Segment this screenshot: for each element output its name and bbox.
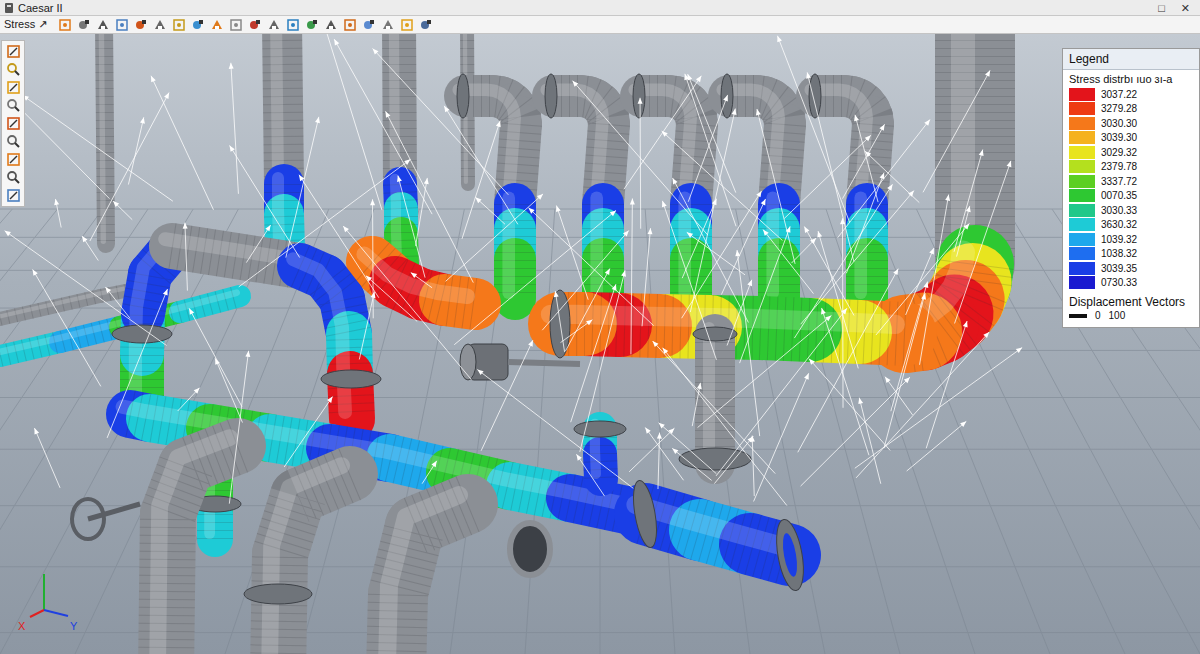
legend-row: 0730.33 xyxy=(1069,276,1193,291)
legend-swatch xyxy=(1069,117,1095,130)
legend-swatch xyxy=(1069,160,1095,173)
toolbar-tool-icon[interactable] xyxy=(248,18,262,32)
legend-swatch xyxy=(1069,233,1095,246)
toolbar-tool-icon[interactable] xyxy=(343,18,357,32)
legend-row: 0070.35 xyxy=(1069,189,1193,204)
legend-row: 3029.32 xyxy=(1069,145,1193,160)
legend-swatch xyxy=(1069,204,1095,217)
legend-swatch xyxy=(1069,247,1095,260)
toolbar-tool-icon[interactable] xyxy=(153,18,167,32)
legend-swatch xyxy=(1069,146,1095,159)
legend-swatch xyxy=(1069,276,1095,289)
legend-row: 2379.78 xyxy=(1069,160,1193,175)
legend-value: 1039.32 xyxy=(1101,234,1137,245)
toolbar-tool-icon[interactable] xyxy=(191,18,205,32)
axis-triad-icon: XY xyxy=(18,574,78,632)
legend-value: 3039.30 xyxy=(1101,132,1137,143)
toolbar-tool-icon[interactable] xyxy=(286,18,300,32)
window-title: Caesar II xyxy=(18,2,63,14)
view-tool-icon[interactable] xyxy=(6,152,21,167)
view-toolbar xyxy=(1,40,25,207)
toolbar-tool-icon[interactable] xyxy=(324,18,338,32)
legend-value: 0070.35 xyxy=(1101,190,1137,201)
legend-value: 0730.33 xyxy=(1101,277,1137,288)
toolbar: Stress ↗ xyxy=(0,16,1200,34)
view-tool-icon[interactable] xyxy=(6,62,21,77)
legend-row: 3030.33 xyxy=(1069,203,1193,218)
legend-row: 3037.22 xyxy=(1069,87,1193,102)
legend-value: 3039.35 xyxy=(1101,263,1137,274)
legend-row: 3039.35 xyxy=(1069,261,1193,276)
scale-bar xyxy=(1069,314,1087,318)
legend-value: 3037.22 xyxy=(1101,89,1137,100)
legend-swatch xyxy=(1069,262,1095,275)
legend-row: 3337.72 xyxy=(1069,174,1193,189)
piping-model[interactable]: XY xyxy=(0,34,1200,654)
scale-label: 100 xyxy=(1109,310,1126,321)
toolbar-tool-icon[interactable] xyxy=(77,18,91,32)
legend-value: 2379.78 xyxy=(1101,161,1137,172)
title-bar: Caesar II □ ✕ xyxy=(0,0,1200,16)
model-viewport[interactable]: XYLegendStress distrbı ıuo ɜı-a3037.2232… xyxy=(0,34,1200,654)
legend-scale: 3037.22 3279.28 3030.30 3039.30 3029.32 2379.… xyxy=(1063,87,1199,290)
legend-value: 3030.30 xyxy=(1101,118,1137,129)
toolbar-tool-icon[interactable] xyxy=(419,18,433,32)
toolbar-tool-icon[interactable] xyxy=(58,18,72,32)
legend-title: Legend xyxy=(1063,49,1199,70)
legend-swatch xyxy=(1069,218,1095,231)
legend-swatch xyxy=(1069,131,1095,144)
toolbar-tool-icon[interactable] xyxy=(381,18,395,32)
toolbar-tool-icon[interactable] xyxy=(400,18,414,32)
axis-label: X xyxy=(18,620,26,632)
legend-swatch xyxy=(1069,102,1095,115)
legend-row: 1039.32 xyxy=(1069,232,1193,247)
legend-value: 3030.33 xyxy=(1101,205,1137,216)
legend-swatch xyxy=(1069,189,1095,202)
toolbar-tool-icon[interactable] xyxy=(305,18,319,32)
view-tool-icon[interactable] xyxy=(6,98,21,113)
legend-value: 3029.32 xyxy=(1101,147,1137,158)
vectors-scale: 0 100 xyxy=(1063,310,1199,327)
toolbar-tool-icon[interactable] xyxy=(172,18,186,32)
toolbar-tool-icon[interactable] xyxy=(267,18,281,32)
legend-value: 3279.28 xyxy=(1101,103,1137,114)
legend-value: 1038.32 xyxy=(1101,248,1137,259)
legend-swatch xyxy=(1069,88,1095,101)
legend-row: 3630.32 xyxy=(1069,218,1193,233)
view-tool-icon[interactable] xyxy=(6,170,21,185)
scale-label: 0 xyxy=(1095,310,1101,321)
close-button[interactable]: ✕ xyxy=(1175,1,1196,15)
toolbar-tool-icon[interactable] xyxy=(115,18,129,32)
view-tool-icon[interactable] xyxy=(6,80,21,95)
view-tool-icon[interactable] xyxy=(6,116,21,131)
maximize-button[interactable]: □ xyxy=(1152,1,1171,15)
legend-panel: LegendStress distrbı ıuo ɜı-a 3037.22 3279… xyxy=(1062,48,1200,328)
mode-dropdown[interactable]: Stress ↗ xyxy=(4,18,53,31)
app-icon xyxy=(4,2,14,14)
vectors-title: Displacement Vectors xyxy=(1063,290,1199,310)
toolbar-tool-icon[interactable] xyxy=(229,18,243,32)
legend-swatch xyxy=(1069,175,1095,188)
view-tool-icon[interactable] xyxy=(6,188,21,203)
toolbar-tool-icon[interactable] xyxy=(96,18,110,32)
legend-value: 3630.32 xyxy=(1101,219,1137,230)
axis-label: Y xyxy=(70,620,78,632)
legend-row: 3030.30 xyxy=(1069,116,1193,131)
view-tool-icon[interactable] xyxy=(6,44,21,59)
legend-row: 3039.30 xyxy=(1069,131,1193,146)
view-tool-icon[interactable] xyxy=(6,134,21,149)
legend-row: 1038.32 xyxy=(1069,247,1193,262)
legend-subtitle: Stress distrbı ıuo ɜı-a xyxy=(1063,70,1199,87)
legend-row: 3279.28 xyxy=(1069,102,1193,117)
legend-value: 3337.72 xyxy=(1101,176,1137,187)
toolbar-tool-icon[interactable] xyxy=(210,18,224,32)
toolbar-tool-icon[interactable] xyxy=(362,18,376,32)
toolbar-tool-icon[interactable] xyxy=(134,18,148,32)
